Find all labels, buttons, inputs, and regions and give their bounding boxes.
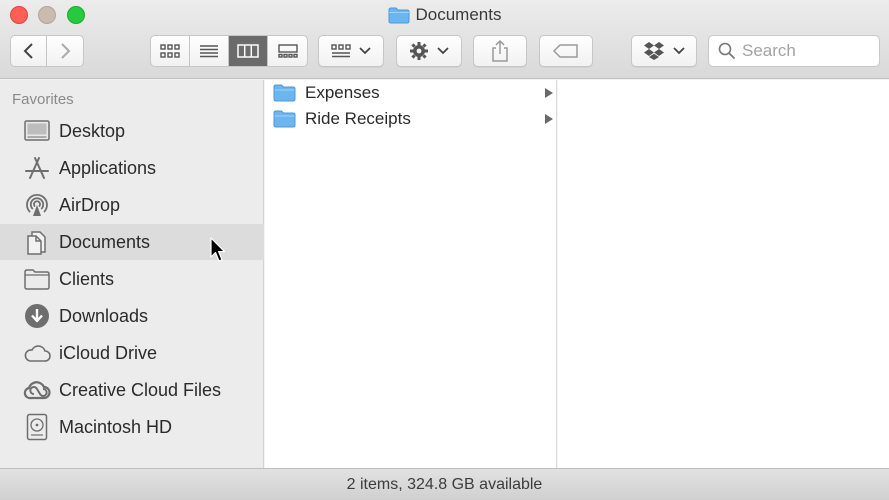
status-text: 2 items, 324.8 GB available — [346, 475, 543, 493]
creative-cloud-icon — [23, 376, 51, 404]
sidebar: Favorites Desktop Applications AirDrop D… — [0, 80, 264, 468]
chevron-left-icon — [23, 43, 33, 59]
cloud-icon — [23, 339, 51, 367]
hard-drive-icon — [23, 413, 51, 441]
icon-view-icon — [160, 44, 180, 58]
folder-icon — [273, 84, 296, 102]
mouse-pointer-icon — [210, 237, 226, 263]
icon-view-button[interactable] — [151, 36, 190, 66]
window-title: Documents — [0, 5, 889, 25]
chevron-down-icon — [437, 47, 449, 55]
group-by-button[interactable] — [318, 35, 384, 67]
desktop-icon — [23, 117, 51, 145]
chevron-right-icon — [61, 43, 71, 59]
gallery-view-button[interactable] — [268, 36, 307, 66]
folder-icon — [23, 265, 51, 293]
chevron-down-icon — [673, 47, 685, 55]
sidebar-heading: Favorites — [12, 91, 74, 108]
chevron-down-icon — [359, 47, 371, 55]
sidebar-item-label: Applications — [59, 157, 157, 178]
sidebar-item-label: Macintosh HD — [59, 416, 173, 437]
sidebar-item-label: Documents — [59, 231, 151, 252]
tag-icon — [553, 44, 578, 58]
tags-button[interactable] — [539, 35, 593, 67]
sidebar-item-label: Clients — [59, 268, 115, 289]
sidebar-item-label: iCloud Drive — [59, 342, 158, 363]
applications-icon — [23, 154, 51, 182]
documents-icon — [23, 228, 51, 256]
sidebar-item-clients[interactable]: Clients — [0, 261, 264, 297]
browser-column: Expenses Ride Receipts — [265, 80, 557, 468]
folder-icon — [273, 110, 296, 128]
sidebar-item-label: Downloads — [59, 305, 149, 326]
column-view-button[interactable] — [229, 36, 268, 66]
share-icon — [492, 40, 508, 62]
status-bar: 2 items, 324.8 GB available — [0, 468, 889, 500]
sidebar-item-desktop[interactable]: Desktop — [0, 113, 264, 149]
list-item[interactable]: Ride Receipts — [265, 106, 557, 132]
dropbox-button[interactable] — [631, 35, 697, 67]
dropbox-icon — [644, 42, 664, 60]
sidebar-item-label: AirDrop — [59, 194, 121, 215]
sidebar-item-creative-cloud-files[interactable]: Creative Cloud Files — [0, 372, 264, 408]
column-view-icon — [237, 44, 259, 58]
sidebar-item-icloud-drive[interactable]: iCloud Drive — [0, 335, 264, 371]
search-icon — [718, 42, 736, 60]
group-icon — [331, 44, 351, 58]
sidebar-item-label: Creative Cloud Files — [59, 379, 222, 400]
search-field[interactable] — [708, 35, 880, 67]
gear-icon — [410, 42, 428, 60]
folder-icon — [388, 7, 410, 24]
action-button[interactable] — [396, 35, 462, 67]
downloads-icon — [23, 302, 51, 330]
airdrop-icon — [23, 191, 51, 219]
sidebar-item-label: Desktop — [59, 120, 126, 141]
nav-buttons — [10, 35, 84, 67]
title-text: Documents — [415, 5, 502, 24]
back-button[interactable] — [11, 36, 47, 66]
disclosure-arrow-icon — [545, 88, 553, 98]
sidebar-item-downloads[interactable]: Downloads — [0, 298, 264, 334]
list-view-button[interactable] — [190, 36, 229, 66]
finder-window: Documents Search Favorites Desktop Appli… — [0, 0, 889, 500]
view-mode-control — [150, 35, 308, 67]
forward-button[interactable] — [47, 36, 83, 66]
sidebar-item-airdrop[interactable]: AirDrop — [0, 187, 264, 223]
search-input[interactable] — [742, 41, 872, 61]
sidebar-item-applications[interactable]: Applications — [0, 150, 264, 186]
browser-column-empty — [558, 80, 889, 468]
disclosure-arrow-icon — [545, 114, 553, 124]
gallery-view-icon — [277, 44, 298, 58]
toolbar: Documents — [0, 0, 889, 79]
list-view-icon — [200, 45, 218, 58]
list-item[interactable]: Expenses — [265, 80, 557, 106]
share-button[interactable] — [473, 35, 527, 67]
item-name: Ride Receipts — [305, 109, 411, 128]
item-name: Expenses — [305, 83, 380, 102]
sidebar-item-macintosh-hd[interactable]: Macintosh HD — [0, 409, 264, 445]
